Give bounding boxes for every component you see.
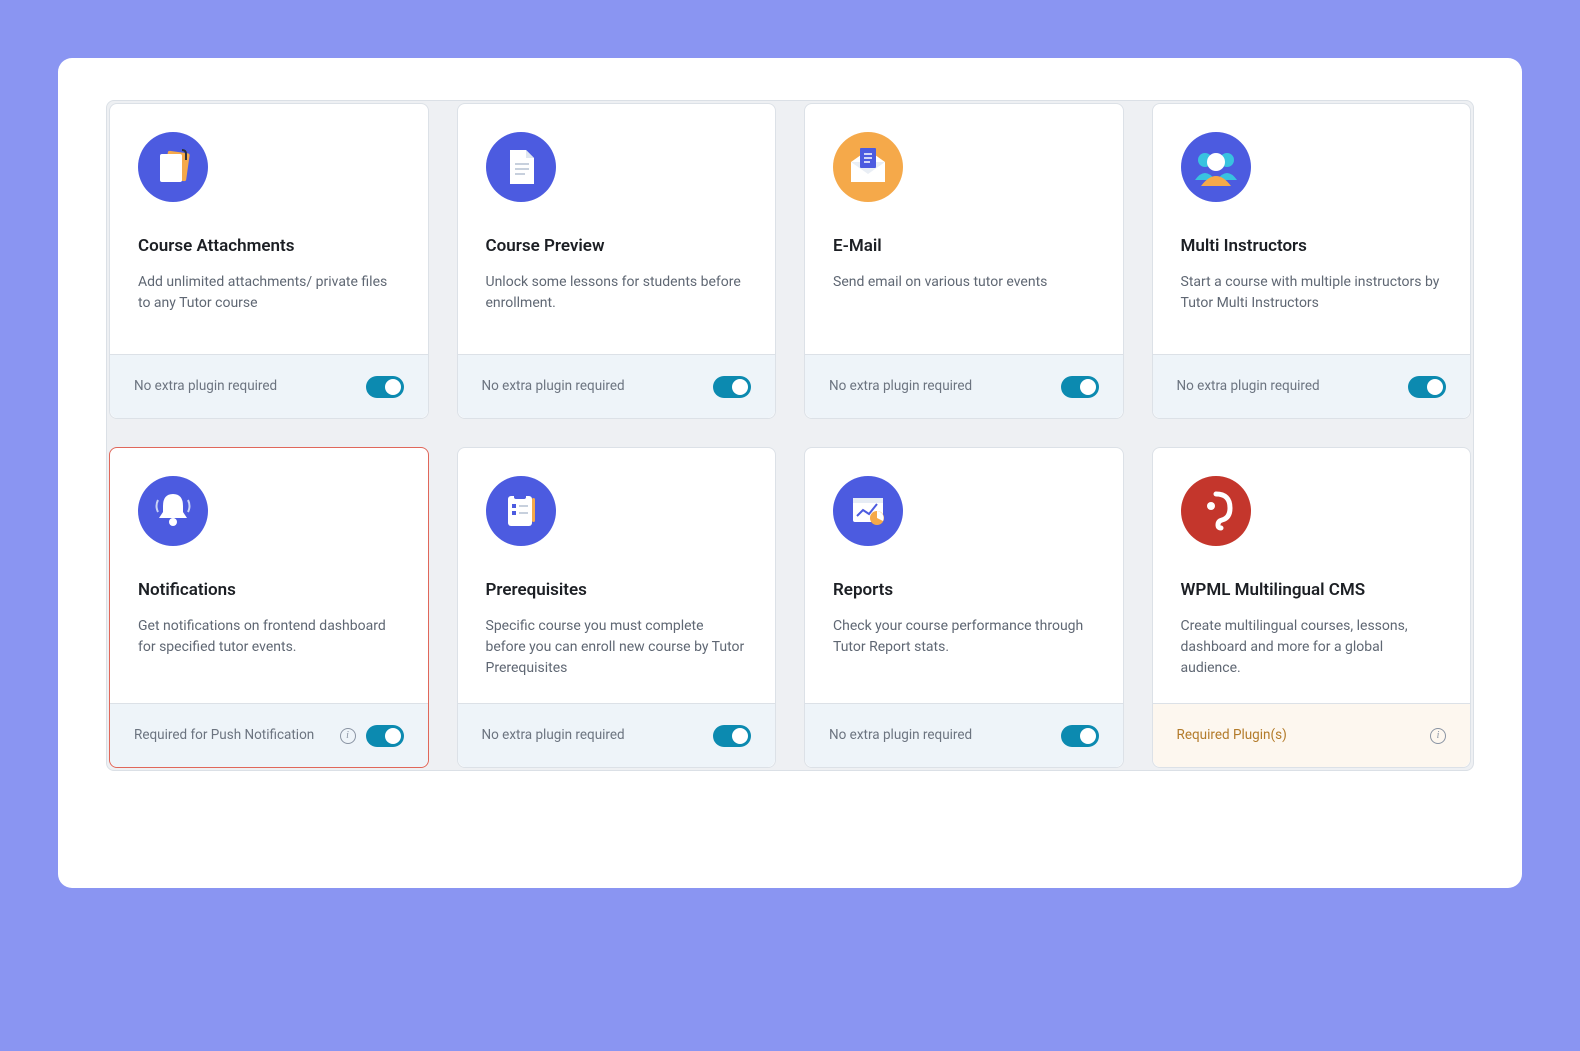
enable-toggle[interactable]: [1061, 376, 1099, 398]
addon-footer: No extra plugin required: [1153, 354, 1471, 418]
info-icon[interactable]: i: [1430, 728, 1446, 744]
addon-title: E-Mail: [833, 236, 1095, 256]
footer-label: Required Plugin(s): [1177, 726, 1419, 745]
addon-card-reports: Reports Check your course performance thr…: [804, 447, 1124, 768]
card-body: WPML Multilingual CMS Create multilingual…: [1153, 448, 1471, 703]
footer-actions: [1408, 376, 1446, 398]
addon-description: Add unlimited attachments/ private files…: [138, 272, 400, 314]
document-icon: [486, 132, 556, 202]
addon-description: Check your course performance through Tu…: [833, 616, 1095, 658]
addon-title: Notifications: [138, 580, 400, 600]
footer-label: No extra plugin required: [482, 377, 702, 396]
addon-footer: No extra plugin required: [805, 703, 1123, 767]
footer-label: No extra plugin required: [829, 377, 1049, 396]
card-body: Course Attachments Add unlimited attachme…: [110, 104, 428, 354]
addon-footer: No extra plugin required: [110, 354, 428, 418]
footer-label: Required for Push Notification: [134, 726, 328, 745]
footer-label: No extra plugin required: [1177, 377, 1397, 396]
addon-footer: No extra plugin required: [458, 703, 776, 767]
wpml-icon: [1181, 476, 1251, 546]
card-body: Notifications Get notifications on fronte…: [110, 448, 428, 703]
bell-icon: [138, 476, 208, 546]
envelope-icon: [833, 132, 903, 202]
footer-label: No extra plugin required: [829, 726, 1049, 745]
enable-toggle[interactable]: [1061, 725, 1099, 747]
addon-footer: No extra plugin required: [458, 354, 776, 418]
addon-title: Multi Instructors: [1181, 236, 1443, 256]
addon-footer: Required for Push Notification i: [110, 703, 428, 767]
card-body: Prerequisites Specific course you must co…: [458, 448, 776, 703]
card-body: Multi Instructors Start a course with mul…: [1153, 104, 1471, 354]
addon-description: Send email on various tutor events: [833, 272, 1095, 293]
footer-actions: [713, 376, 751, 398]
addon-description: Start a course with multiple instructors…: [1181, 272, 1443, 314]
addon-card-prerequisites: Prerequisites Specific course you must co…: [457, 447, 777, 768]
people-icon: [1181, 132, 1251, 202]
addon-description: Specific course you must complete before…: [486, 616, 748, 679]
addon-description: Get notifications on frontend dashboard …: [138, 616, 400, 658]
addons-grid-wrap: Course Attachments Add unlimited attachme…: [106, 100, 1474, 771]
addon-card-notifications: Notifications Get notifications on fronte…: [109, 447, 429, 768]
addon-title: Reports: [833, 580, 1095, 600]
addon-footer: No extra plugin required: [805, 354, 1123, 418]
checklist-icon: [486, 476, 556, 546]
footer-actions: [1061, 376, 1099, 398]
addon-title: Course Preview: [486, 236, 748, 256]
settings-panel: Course Attachments Add unlimited attachme…: [58, 58, 1522, 888]
addons-grid: Course Attachments Add unlimited attachme…: [107, 101, 1473, 770]
footer-actions: i: [340, 725, 404, 747]
addon-card-course-preview: Course Preview Unlock some lessons for st…: [457, 103, 777, 419]
enable-toggle[interactable]: [713, 725, 751, 747]
addon-card-multi-instructors: Multi Instructors Start a course with mul…: [1152, 103, 1472, 419]
card-body: Reports Check your course performance thr…: [805, 448, 1123, 703]
addon-card-email: E-Mail Send email on various tutor events…: [804, 103, 1124, 419]
addon-title: WPML Multilingual CMS: [1181, 580, 1443, 600]
footer-label: No extra plugin required: [482, 726, 702, 745]
addon-footer: Required Plugin(s) i: [1153, 703, 1471, 767]
enable-toggle[interactable]: [366, 725, 404, 747]
chart-icon: [833, 476, 903, 546]
footer-actions: [713, 725, 751, 747]
enable-toggle[interactable]: [713, 376, 751, 398]
enable-toggle[interactable]: [1408, 376, 1446, 398]
addon-description: Unlock some lessons for students before …: [486, 272, 748, 314]
info-icon[interactable]: i: [340, 728, 356, 744]
footer-actions: [1061, 725, 1099, 747]
footer-actions: i: [1430, 728, 1446, 744]
footer-actions: [366, 376, 404, 398]
addon-card-wpml: WPML Multilingual CMS Create multilingual…: [1152, 447, 1472, 768]
addon-description: Create multilingual courses, lessons, da…: [1181, 616, 1443, 679]
enable-toggle[interactable]: [366, 376, 404, 398]
footer-label: No extra plugin required: [134, 377, 354, 396]
addon-title: Course Attachments: [138, 236, 400, 256]
addon-card-course-attachments: Course Attachments Add unlimited attachme…: [109, 103, 429, 419]
card-body: E-Mail Send email on various tutor events: [805, 104, 1123, 354]
attachment-icon: [138, 132, 208, 202]
card-body: Course Preview Unlock some lessons for st…: [458, 104, 776, 354]
addon-title: Prerequisites: [486, 580, 748, 600]
